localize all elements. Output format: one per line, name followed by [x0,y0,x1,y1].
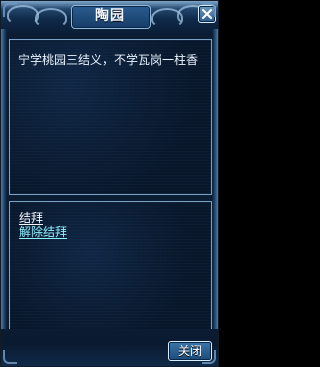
options-panel: 结拜 解除结拜 [9,201,212,331]
corner-ornament [3,3,17,17]
left-frame [1,29,7,361]
corner-ornament [3,350,17,364]
right-frame [212,29,218,361]
corner-ornament [202,3,216,17]
message-text: 宁学桃园三结义，不学瓦岗一柱香 [18,53,199,67]
option-dissolve-sworn-brothers[interactable]: 解除结拜 [19,225,67,239]
corner-ornament [202,350,216,364]
window-title: 陶园 [95,8,125,24]
bottom-bar: 关闭 [1,329,218,366]
message-panel: 宁学桃园三结义，不学瓦岗一柱香 [9,39,212,195]
option-sworn-brothers[interactable]: 结拜 [19,211,43,225]
dialog-window: 陶园 宁学桃园三结义，不学瓦岗一柱香 结拜 解除结拜 关闭 [0,0,219,367]
title-bar: 陶园 [1,1,218,35]
cloud-ornament [35,8,67,28]
